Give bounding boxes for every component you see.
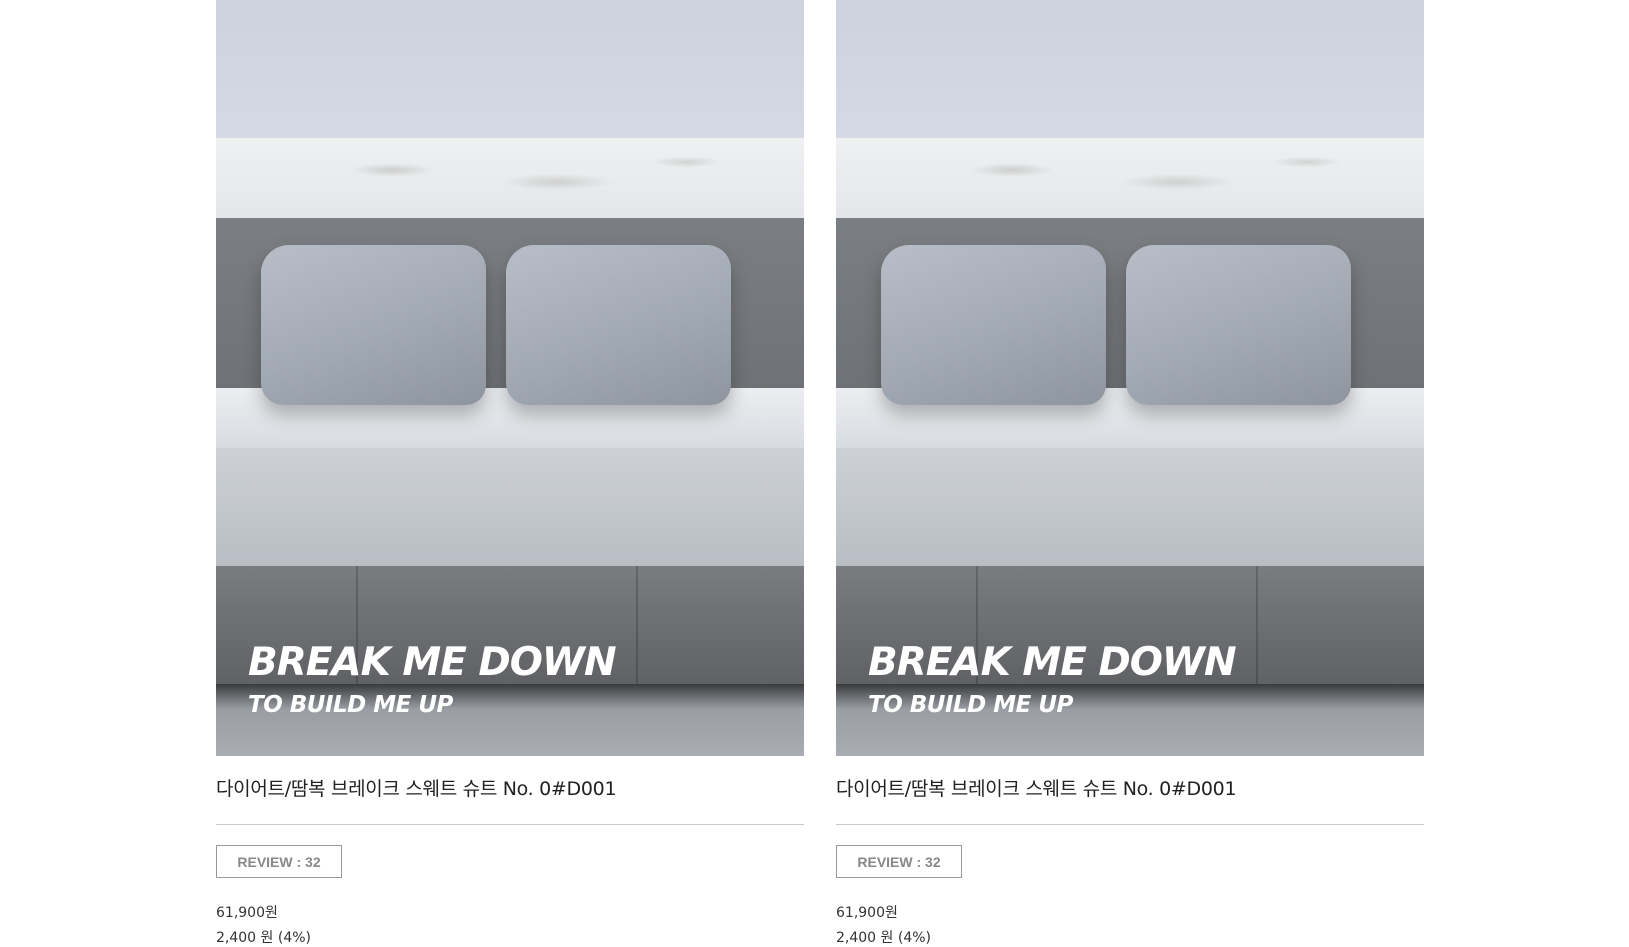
product-image[interactable]: BREAK ME DOWN TO BUILD ME UP <box>836 0 1424 756</box>
banner-headline: BREAK ME DOWN <box>868 640 1237 685</box>
pillow-left <box>261 245 486 405</box>
marble-panel <box>836 138 1424 218</box>
product-image[interactable]: BREAK ME DOWN TO BUILD ME UP <box>216 0 804 756</box>
mattress <box>216 448 804 566</box>
banner-subline: TO BUILD ME UP <box>248 692 453 718</box>
pillow-right <box>506 245 731 405</box>
pillow-right <box>1126 245 1351 405</box>
product-price: 61,900원 <box>216 905 278 921</box>
product-price: 61,900원 <box>836 905 898 921</box>
wall-backdrop <box>216 0 804 138</box>
product-discount: 2,400 원 (4%) <box>216 930 311 946</box>
bed-base-seam <box>636 566 638 684</box>
review-button[interactable]: REVIEW : 32 <box>836 845 962 878</box>
banner-subline: TO BUILD ME UP <box>868 692 1073 718</box>
product-card[interactable]: BREAK ME DOWN TO BUILD ME UP 다이어트/땀복 브레이… <box>216 0 804 946</box>
bed-base-seam <box>1256 566 1258 684</box>
wall-backdrop <box>836 0 1424 138</box>
product-card[interactable]: BREAK ME DOWN TO BUILD ME UP 다이어트/땀복 브레이… <box>836 0 1424 946</box>
divider <box>836 824 1424 825</box>
divider <box>216 824 804 825</box>
review-button[interactable]: REVIEW : 32 <box>216 845 342 878</box>
banner-headline: BREAK ME DOWN <box>248 640 617 685</box>
product-title[interactable]: 다이어트/땀복 브레이크 스웨트 슈트 No. 0#D001 <box>216 774 617 801</box>
product-grid: BREAK ME DOWN TO BUILD ME UP 다이어트/땀복 브레이… <box>216 0 1426 946</box>
marble-panel <box>216 138 804 218</box>
mattress <box>836 448 1424 566</box>
pillow-left <box>881 245 1106 405</box>
product-discount: 2,400 원 (4%) <box>836 930 931 946</box>
product-title[interactable]: 다이어트/땀복 브레이크 스웨트 슈트 No. 0#D001 <box>836 774 1237 801</box>
